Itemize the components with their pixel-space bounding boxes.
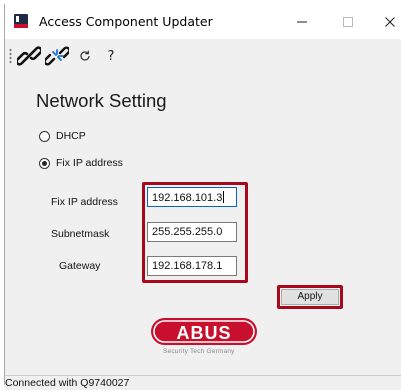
radio-button-checked[interactable] (39, 157, 50, 169)
gateway-value: 192.168.178.1 (152, 260, 223, 272)
minimize-button[interactable] (282, 4, 322, 39)
page-title: Network Setting (36, 90, 167, 111)
toolbar: ? (5, 39, 401, 71)
disconnect-button[interactable] (45, 44, 69, 68)
close-icon (385, 16, 395, 27)
broken-link-icon (45, 46, 69, 66)
text-caret (223, 191, 225, 203)
app-icon (14, 14, 28, 28)
radio-button-unchecked[interactable] (39, 130, 50, 142)
minimize-icon (297, 21, 307, 22)
maximize-icon (343, 16, 353, 27)
title-bar: Access Component Updater (5, 4, 401, 39)
connect-button[interactable] (17, 44, 41, 68)
link-icon (17, 46, 41, 66)
status-bar: Connected with Q9740027 (5, 375, 401, 390)
window-title: Access Component Updater (39, 14, 213, 29)
gateway-label: Gateway (59, 260, 101, 272)
app-window: Access Component Updater ? Network Setti… (4, 4, 401, 390)
ip-address-field[interactable]: 192.168.101.3 (147, 187, 237, 207)
refresh-icon (80, 50, 90, 61)
logo-brand: ABUS (176, 323, 231, 343)
subnetmask-value: 255.255.255.0 (152, 226, 223, 238)
subnetmask-field[interactable]: 255.255.255.0 (147, 222, 237, 242)
ip-address-label: Fix IP address (51, 196, 118, 208)
subnetmask-label: Subnetmask (51, 228, 110, 240)
connection-status: Connected with Q9740027 (5, 377, 130, 389)
dhcp-radio-label: DHCP (56, 130, 86, 142)
apply-button[interactable]: Apply (281, 289, 339, 305)
fix-ip-radio-label: Fix IP address (56, 157, 123, 169)
help-button[interactable]: ? (101, 44, 121, 68)
toolbar-grip[interactable] (9, 48, 12, 64)
gateway-field[interactable]: 192.168.178.1 (147, 256, 237, 276)
dhcp-radio[interactable]: DHCP (39, 130, 86, 142)
ip-address-value: 192.168.101.3 (152, 192, 223, 204)
logo-tagline: Security Tech Germany (163, 348, 235, 355)
fix-ip-radio[interactable]: Fix IP address (39, 157, 123, 169)
maximize-button[interactable] (328, 4, 368, 39)
close-button[interactable] (370, 4, 401, 39)
refresh-button[interactable] (75, 44, 95, 68)
